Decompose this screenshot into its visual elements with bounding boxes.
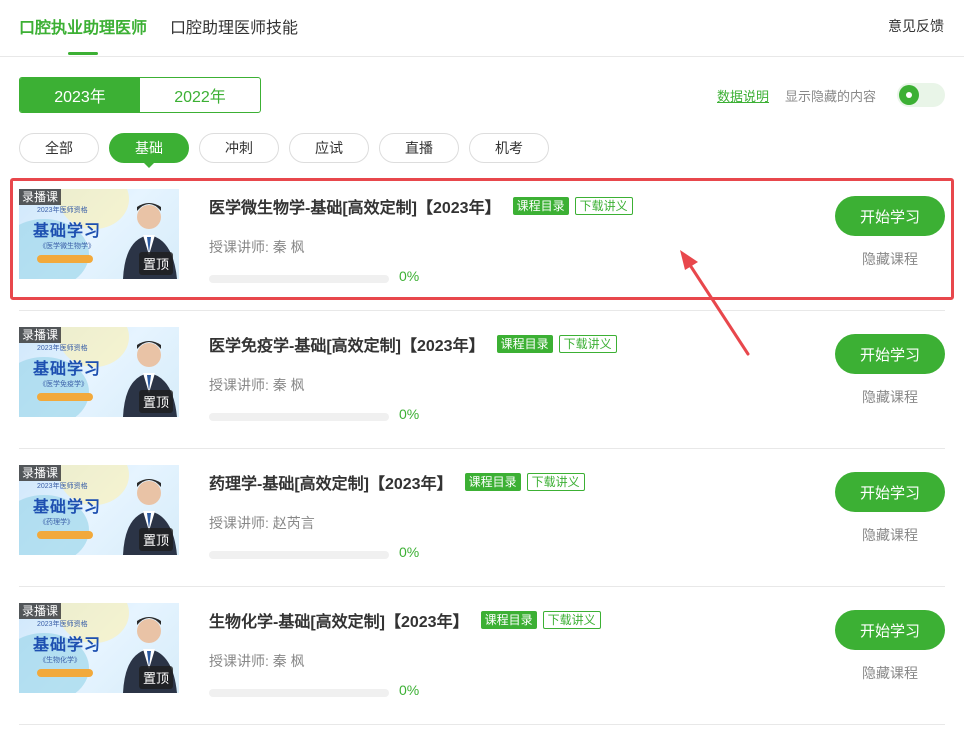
course-row: 2023年医师资格 基础学习 《医学微生物学》 录播课 置顶 医学微生物学-基础…	[19, 173, 945, 311]
category-basic[interactable]: 基础	[109, 133, 189, 163]
thumbnail-heading: 基础学习	[33, 497, 102, 516]
thumbnail-subtitle: 2023年医师资格	[37, 483, 88, 490]
thumbnail-subtitle: 2023年医师资格	[37, 345, 88, 352]
tab-oral-assistant-physician[interactable]: 口腔执业助理医师	[19, 14, 147, 38]
course-catalog-tag[interactable]: 课程目录	[496, 335, 553, 353]
thumbnail-subtitle: 2023年医师资格	[37, 207, 88, 214]
thumbnail-teacher-strip	[37, 393, 93, 401]
category-live[interactable]: 直播	[379, 133, 459, 163]
course-title[interactable]: 药理学-基础[高效定制]【2023年】	[209, 470, 453, 494]
course-progress-bar	[209, 413, 389, 421]
course-progress-bar	[209, 275, 389, 283]
show-hidden-label: 显示隐藏的内容	[785, 89, 877, 104]
course-title-line: 生物化学-基础[高效定制]【2023年】 课程目录 下载讲义	[209, 608, 601, 632]
category-all[interactable]: 全部	[19, 133, 99, 163]
hide-course-link[interactable]: 隐藏课程	[862, 387, 918, 407]
course-thumbnail[interactable]: 2023年医师资格 基础学习 《生物化学》 录播课 置顶	[19, 603, 179, 693]
thumbnail-subtitle: 2023年医师资格	[37, 621, 88, 628]
course-progress-text: 0%	[399, 268, 420, 284]
course-thumbnail[interactable]: 2023年医师资格 基础学习 《药理学》 录播课 置顶	[19, 465, 179, 555]
course-title-line: 药理学-基础[高效定制]【2023年】 课程目录 下载讲义	[209, 470, 585, 494]
pin-badge[interactable]: 置顶	[138, 528, 173, 551]
thumbnail-teacher-strip	[37, 669, 93, 677]
thumbnail-course-name: 《药理学》	[39, 519, 74, 526]
download-handout-tag[interactable]: 下载讲义	[526, 473, 585, 491]
course-catalog-tag[interactable]: 课程目录	[480, 611, 537, 629]
thumbnail-heading: 基础学习	[33, 359, 102, 378]
course-progress-text: 0%	[399, 406, 420, 422]
course-progress-bar	[209, 551, 389, 559]
recorded-badge: 录播课	[19, 603, 62, 619]
year-2022-button[interactable]: 2022年	[140, 78, 260, 112]
data-note-link[interactable]: 数据说明	[717, 86, 769, 105]
course-row: 2023年医师资格 基础学习 《药理学》 录播课 置顶 药理学-基础[高效定制]…	[19, 449, 945, 587]
start-learning-button[interactable]: 开始学习	[835, 610, 945, 650]
thumbnail-teacher-strip	[37, 531, 93, 539]
start-learning-button[interactable]: 开始学习	[835, 334, 945, 374]
tab-oral-assistant-skills[interactable]: 口腔助理医师技能	[170, 14, 298, 38]
course-catalog-tag[interactable]: 课程目录	[512, 197, 569, 215]
recorded-badge: 录播课	[19, 189, 62, 205]
course-catalog-tag[interactable]: 课程目录	[464, 473, 521, 491]
category-exam[interactable]: 应试	[289, 133, 369, 163]
download-handout-tag[interactable]: 下载讲义	[574, 197, 633, 215]
pin-badge[interactable]: 置顶	[138, 390, 173, 413]
thumbnail-heading: 基础学习	[33, 221, 102, 240]
course-title-line: 医学免疫学-基础[高效定制]【2023年】 课程目录 下载讲义	[209, 332, 617, 356]
course-row: 2023年医师资格 基础学习 《医学免疫学》 录播课 置顶 医学免疫学-基础[高…	[19, 311, 945, 449]
pin-badge[interactable]: 置顶	[138, 666, 173, 689]
hide-course-link[interactable]: 隐藏课程	[862, 525, 918, 545]
recorded-badge: 录播课	[19, 327, 62, 343]
hide-course-link[interactable]: 隐藏课程	[862, 249, 918, 269]
course-title-line: 医学微生物学-基础[高效定制]【2023年】 课程目录 下载讲义	[209, 194, 633, 218]
thumbnail-course-name: 《医学微生物学》	[39, 243, 95, 250]
thumbnail-heading: 基础学习	[33, 635, 102, 654]
course-thumbnail[interactable]: 2023年医师资格 基础学习 《医学微生物学》 录播课 置顶	[19, 189, 179, 279]
course-teacher: 授课讲师: 秦 枫	[209, 239, 305, 255]
course-title[interactable]: 生物化学-基础[高效定制]【2023年】	[209, 608, 469, 632]
download-handout-tag[interactable]: 下载讲义	[558, 335, 617, 353]
course-teacher: 授课讲师: 秦 枫	[209, 377, 305, 393]
show-hidden-toggle[interactable]	[897, 83, 945, 107]
course-progress-text: 0%	[399, 682, 420, 698]
course-teacher: 授课讲师: 赵芮言	[209, 515, 315, 531]
category-computer-exam[interactable]: 机考	[469, 133, 549, 163]
year-2023-button[interactable]: 2023年	[20, 78, 140, 112]
hide-course-link[interactable]: 隐藏课程	[862, 663, 918, 683]
course-progress-bar	[209, 689, 389, 697]
download-handout-tag[interactable]: 下载讲义	[542, 611, 601, 629]
top-tab-bar: 口腔执业助理医师 口腔助理医师技能 意见反馈	[0, 0, 964, 57]
course-thumbnail[interactable]: 2023年医师资格 基础学习 《医学免疫学》 录播课 置顶	[19, 327, 179, 417]
thumbnail-course-name: 《医学免疫学》	[39, 381, 88, 388]
thumbnail-course-name: 《生物化学》	[39, 657, 81, 664]
category-sprint[interactable]: 冲刺	[199, 133, 279, 163]
toggle-knob	[899, 85, 919, 105]
year-switch: 2023年 2022年	[19, 77, 261, 113]
recorded-badge: 录播课	[19, 465, 62, 481]
thumbnail-teacher-strip	[37, 255, 93, 263]
course-title[interactable]: 医学免疫学-基础[高效定制]【2023年】	[209, 332, 485, 356]
course-row: 2023年医师资格 基础学习 《生物化学》 录播课 置顶 生物化学-基础[高效定…	[19, 587, 945, 725]
pin-badge[interactable]: 置顶	[138, 252, 173, 275]
feedback-link[interactable]: 意见反馈	[888, 16, 944, 36]
course-title[interactable]: 医学微生物学-基础[高效定制]【2023年】	[209, 194, 501, 218]
start-learning-button[interactable]: 开始学习	[835, 196, 945, 236]
course-teacher: 授课讲师: 秦 枫	[209, 653, 305, 669]
course-progress-text: 0%	[399, 544, 420, 560]
start-learning-button[interactable]: 开始学习	[835, 472, 945, 512]
